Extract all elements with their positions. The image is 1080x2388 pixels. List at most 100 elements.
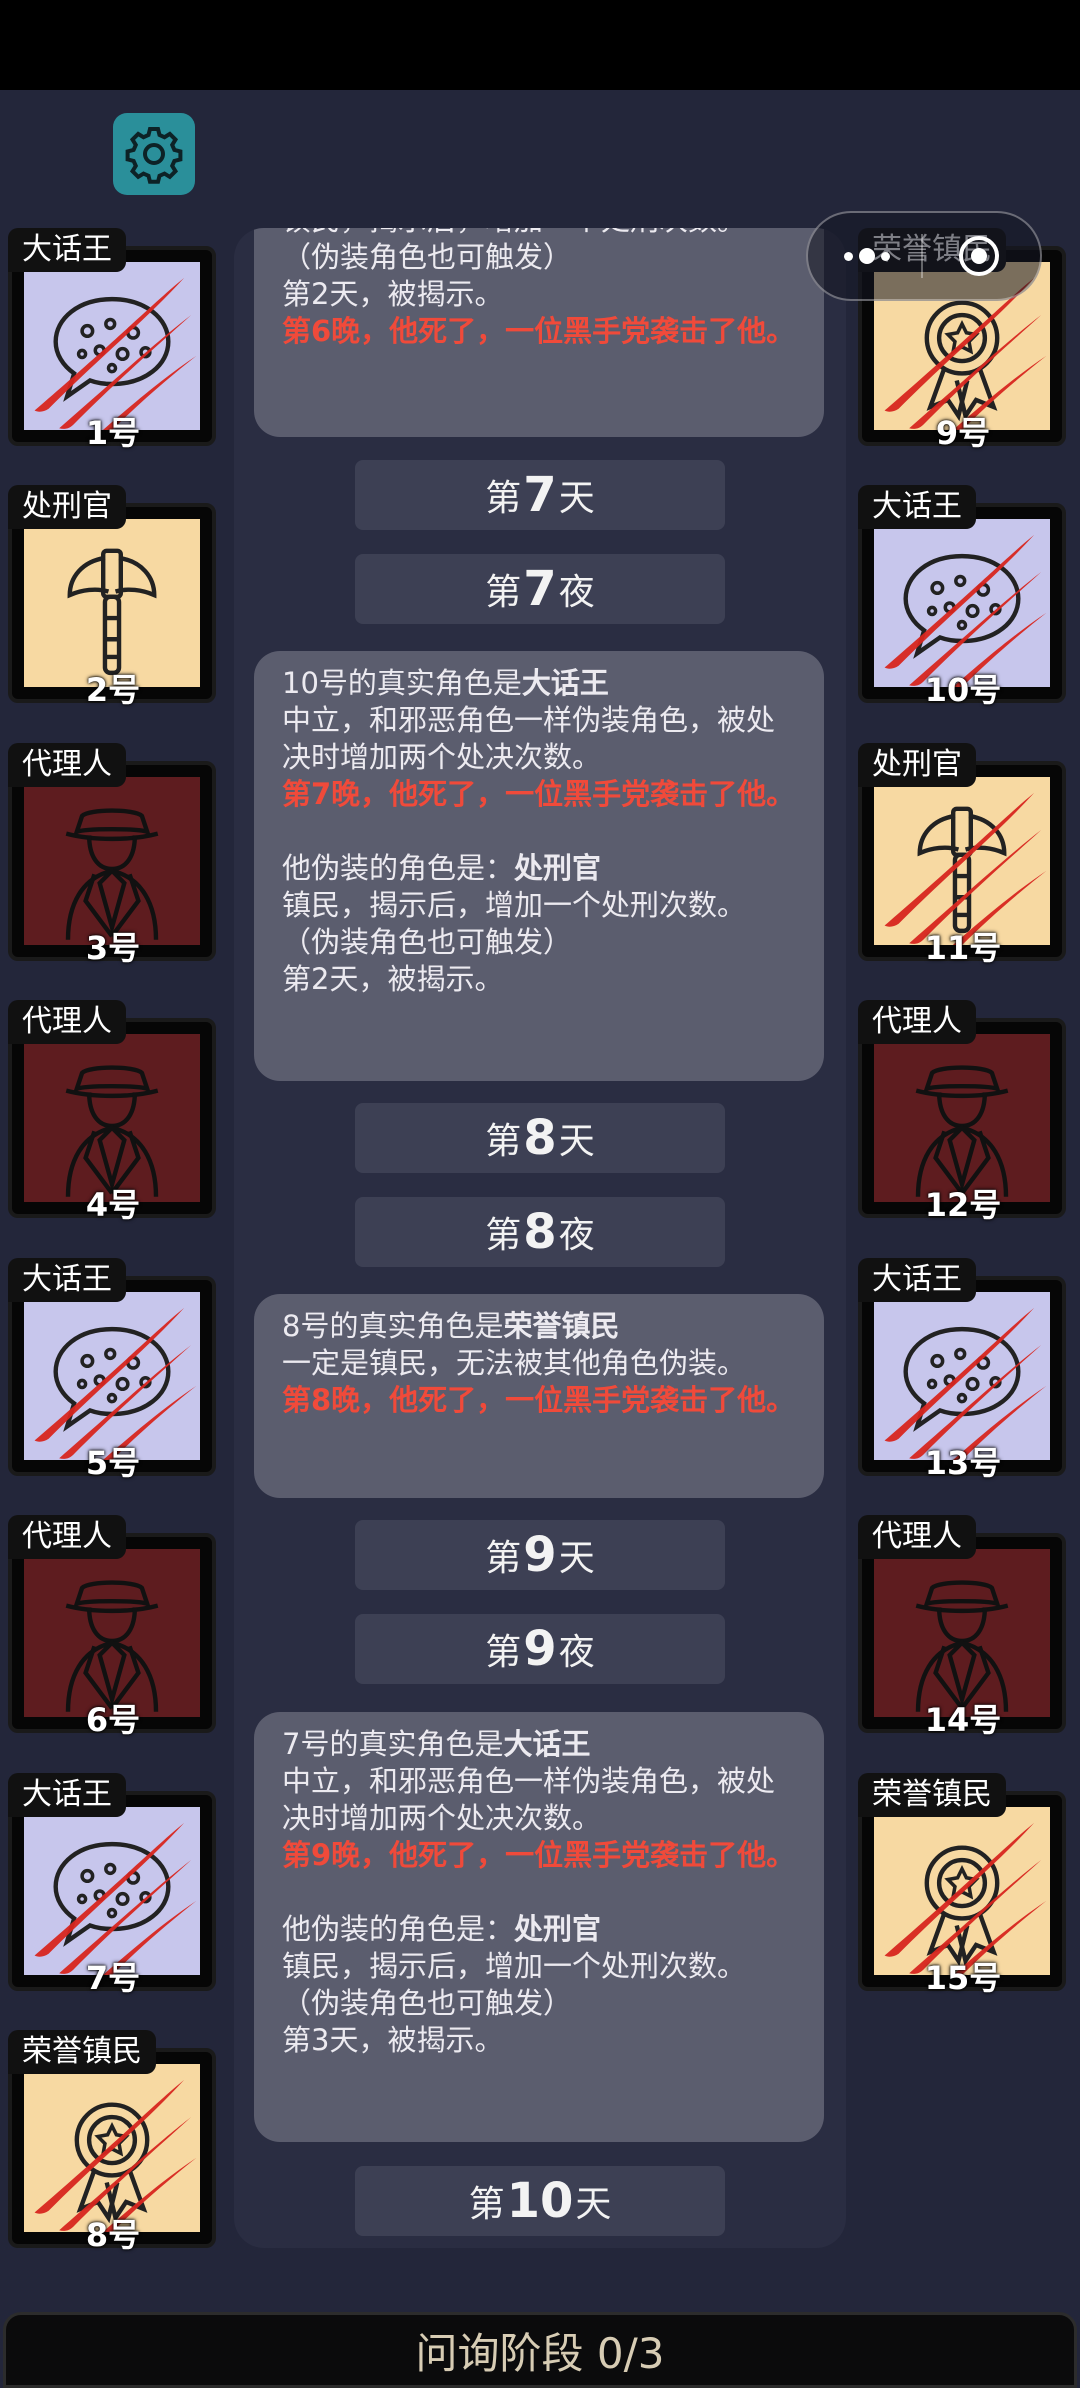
log-line-text: 第2天，被揭示。 xyxy=(282,962,504,996)
log-line: 8号的真实角色是荣誉镇民 xyxy=(282,1308,796,1345)
player-card-12号[interactable]: 代理人 12号 xyxy=(858,1000,1068,1224)
log-message: 7号的真实角色是大话王 中立，和邪恶角色一样伪装角色，被处决时增加两个处决次数。第… xyxy=(254,1712,824,2142)
status-bar xyxy=(0,0,1080,90)
player-card-14号[interactable]: 代理人 14号 xyxy=(858,1515,1068,1739)
phase-header: 第9夜 xyxy=(355,1614,725,1684)
role-name-label: 代理人 xyxy=(8,1515,126,1559)
role-name-label: 荣誉镇民 xyxy=(8,2030,156,2074)
role-name-label: 大话王 xyxy=(8,1258,126,1302)
log-line: 7号的真实角色是大话王 xyxy=(282,1726,796,1763)
phase-suffix: 夜 xyxy=(558,1632,595,1673)
role-name-highlight: 荣誉镇民 xyxy=(503,1309,620,1343)
axe-icon xyxy=(884,792,1047,945)
death-notice: 第8晚，他死了，一位黑手党袭击了他。 xyxy=(282,1382,796,1419)
player-card-15号[interactable]: 荣誉镇民 15号 xyxy=(858,1773,1068,1997)
phase-header: 第9天 xyxy=(355,1520,725,1590)
player-card-8号[interactable]: 荣誉镇民 8号 xyxy=(8,2030,218,2254)
miniprogram-capsule xyxy=(806,211,1042,301)
phase-suffix: 夜 xyxy=(558,1215,595,1256)
phase-prefix: 第 xyxy=(468,2184,505,2225)
phase-number: 7 xyxy=(523,467,557,523)
role-name-label: 代理人 xyxy=(858,1000,976,1044)
log-line: 第2天，被揭示。 xyxy=(282,276,796,313)
log-line-text: 第7晚，他死了，一位黑手党袭击了他。 xyxy=(282,777,796,811)
suited-man-icon xyxy=(915,1580,1009,1712)
log-line-text: 一定是镇民，无法被其他角色伪装。 xyxy=(282,1346,747,1380)
role-name-label: 大话王 xyxy=(8,228,126,272)
role-name-label: 代理人 xyxy=(8,1000,126,1044)
log-line: 第2天，被揭示。 xyxy=(282,961,796,998)
game-log[interactable]: 镇民，揭示后，增加一个处刑次数。（伪装角色也可触发）第2天，被揭示。第6晚，他死… xyxy=(234,228,846,2248)
phase-number: 7 xyxy=(523,561,557,617)
player-card-5号[interactable]: 大话王 5号 xyxy=(8,1258,218,1482)
phase-number: 9 xyxy=(523,1621,557,1677)
player-card-1号[interactable]: 大话王 1号 xyxy=(8,228,218,452)
log-line-text: 7号的真实角色是 xyxy=(282,1727,504,1761)
player-card-2号[interactable]: 处刑官 2号 xyxy=(8,485,218,709)
log-line-text: 10号的真实角色是 xyxy=(282,666,522,700)
log-message: 10号的真实角色是大话王 中立，和邪恶角色一样伪装角色，被处决时增加两个处决次数。… xyxy=(254,651,824,1081)
death-notice: 第6晚，他死了，一位黑手党袭击了他。 xyxy=(282,313,796,350)
death-notice: 第9晚，他死了，一位黑手党袭击了他。 xyxy=(282,1837,796,1874)
suited-man-icon xyxy=(65,808,159,940)
player-card-13号[interactable]: 大话王 13号 xyxy=(858,1258,1068,1482)
phase-suffix: 天 xyxy=(558,478,595,519)
role-name-label: 处刑官 xyxy=(8,485,126,529)
medal-icon xyxy=(884,1822,1047,1975)
player-card-3号[interactable]: 代理人 3号 xyxy=(8,743,218,967)
log-line-text: 8号的真实角色是 xyxy=(282,1309,504,1343)
log-line: 镇民，揭示后，增加一个处刑次数。 xyxy=(282,228,796,239)
speech-bubble-icon xyxy=(34,1307,197,1460)
suited-man-icon xyxy=(65,1065,159,1197)
player-number-label: 10号 xyxy=(924,671,1002,709)
log-line: （伪装角色也可触发） xyxy=(282,239,796,276)
phase-prefix: 第 xyxy=(485,1121,522,1162)
player-card-4号[interactable]: 代理人 4号 xyxy=(8,1000,218,1224)
phase-header: 第8夜 xyxy=(355,1197,725,1267)
role-name-label: 大话王 xyxy=(8,1773,126,1817)
phase-header: 第7夜 xyxy=(355,554,725,624)
log-line-text: 中立，和邪恶角色一样伪装角色，被处决时增加两个处决次数。 xyxy=(282,1764,776,1835)
log-line: 一定是镇民，无法被其他角色伪装。 xyxy=(282,1345,796,1382)
role-name-label: 处刑官 xyxy=(858,743,976,787)
speech-bubble-icon xyxy=(34,1822,197,1975)
more-dots-icon[interactable] xyxy=(843,248,890,264)
log-line-text: 第9晚，他死了，一位黑手党袭击了他。 xyxy=(282,1838,796,1872)
player-number-label: 2号 xyxy=(85,671,141,709)
log-line-text: 他伪装的角色是： xyxy=(282,1912,515,1946)
log-line-text: （伪装角色也可触发） xyxy=(282,1986,573,2020)
role-name-label: 代理人 xyxy=(8,743,126,787)
close-circle-icon[interactable] xyxy=(954,231,1004,281)
player-number-label: 12号 xyxy=(924,1186,1002,1224)
player-number-label: 9号 xyxy=(935,414,991,452)
player-card-11号[interactable]: 处刑官 11号 xyxy=(858,743,1068,967)
log-line: 10号的真实角色是大话王 xyxy=(282,665,796,702)
role-name-label: 荣誉镇民 xyxy=(858,1773,1006,1817)
settings-button[interactable] xyxy=(113,113,195,195)
player-number-label: 5号 xyxy=(85,1444,141,1482)
phase-header: 第 10 天 xyxy=(355,2166,725,2236)
suited-man-icon xyxy=(915,1065,1009,1197)
phase-prefix: 第 xyxy=(485,1215,522,1256)
phase-number: 9 xyxy=(523,1527,557,1583)
log-line: 中立，和邪恶角色一样伪装角色，被处决时增加两个处决次数。 xyxy=(282,1763,796,1837)
log-line-text: 他伪装的角色是： xyxy=(282,851,515,885)
gear-icon xyxy=(125,127,183,184)
player-card-7号[interactable]: 大话王 7号 xyxy=(8,1773,218,1997)
player-number-label: 14号 xyxy=(924,1701,1002,1739)
player-card-6号[interactable]: 代理人 6号 xyxy=(8,1515,218,1739)
phase-suffix: 天 xyxy=(575,2184,612,2225)
log-line-text: 镇民，揭示后，增加一个处刑次数。 xyxy=(282,1949,747,1983)
player-card-10号[interactable]: 大话王 10号 xyxy=(858,485,1068,709)
log-line-text: 镇民，揭示后，增加一个处刑次数。 xyxy=(282,228,746,237)
role-name-label: 代理人 xyxy=(858,1515,976,1559)
log-line: 镇民，揭示后，增加一个处刑次数。 xyxy=(282,1948,796,1985)
player-number-label: 11号 xyxy=(924,929,1002,967)
phase-number: 10 xyxy=(506,2173,574,2229)
role-name-label: 大话王 xyxy=(858,485,976,529)
player-number-label: 6号 xyxy=(85,1701,141,1739)
log-message: 镇民，揭示后，增加一个处刑次数。 （伪装角色也可触发）第2天，被揭示。第6晚，他死… xyxy=(254,228,824,437)
phase-prefix: 第 xyxy=(485,572,522,613)
log-line: （伪装角色也可触发） xyxy=(282,1985,796,2022)
